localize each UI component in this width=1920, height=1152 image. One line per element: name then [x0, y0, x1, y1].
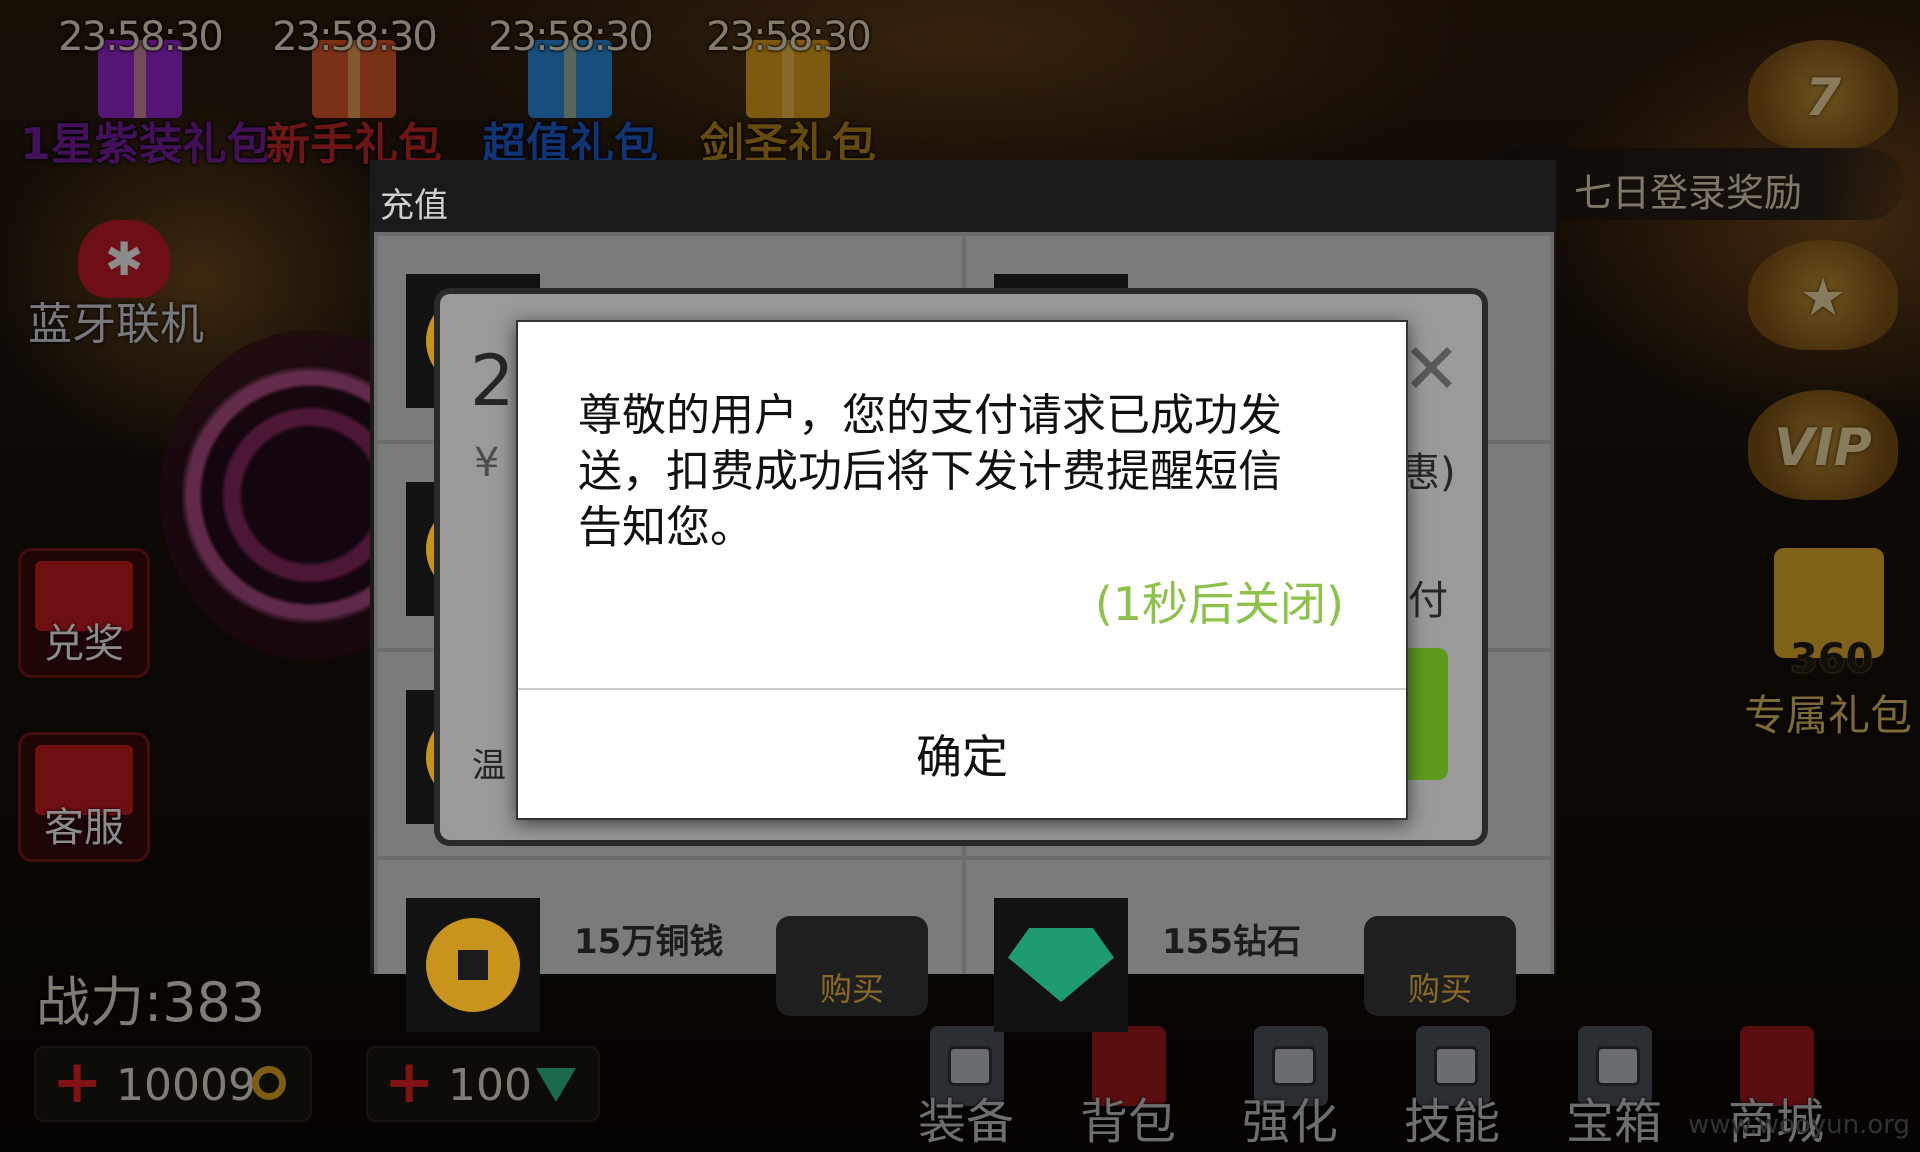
item-name: 15万铜钱 — [574, 922, 724, 962]
auto-close-countdown: (1秒后关闭) — [1094, 577, 1344, 631]
discount-hint: 惠) — [1400, 450, 1456, 496]
item-name: 155钻石 — [1162, 922, 1301, 962]
recharge-item-coins: 15万铜钱 购买 — [378, 860, 962, 1032]
coin-icon — [426, 918, 520, 1012]
pay-label: 付 — [1408, 578, 1448, 624]
buy-button[interactable]: 购买 — [776, 916, 928, 1016]
currency-symbol: ¥ — [474, 440, 500, 486]
confirm-button[interactable]: 确定 — [518, 690, 1406, 818]
notice-label: 温 — [472, 746, 506, 786]
gem-icon — [1008, 928, 1114, 1002]
close-icon[interactable]: ✕ — [1402, 334, 1461, 404]
recharge-title: 充值 — [380, 186, 448, 226]
alert-message: 尊敬的用户，您的支付请求已成功发送，扣费成功后将下发计费提醒短信告知您。 — [578, 390, 1282, 553]
payment-alert-dialog: 尊敬的用户，您的支付请求已成功发送，扣费成功后将下发计费提醒短信告知您。 (1秒… — [516, 320, 1408, 820]
recharge-item-gems: 155钻石 购买 — [966, 860, 1550, 1032]
buy-button[interactable]: 购买 — [1364, 916, 1516, 1016]
payment-amount: 2 — [470, 340, 515, 422]
